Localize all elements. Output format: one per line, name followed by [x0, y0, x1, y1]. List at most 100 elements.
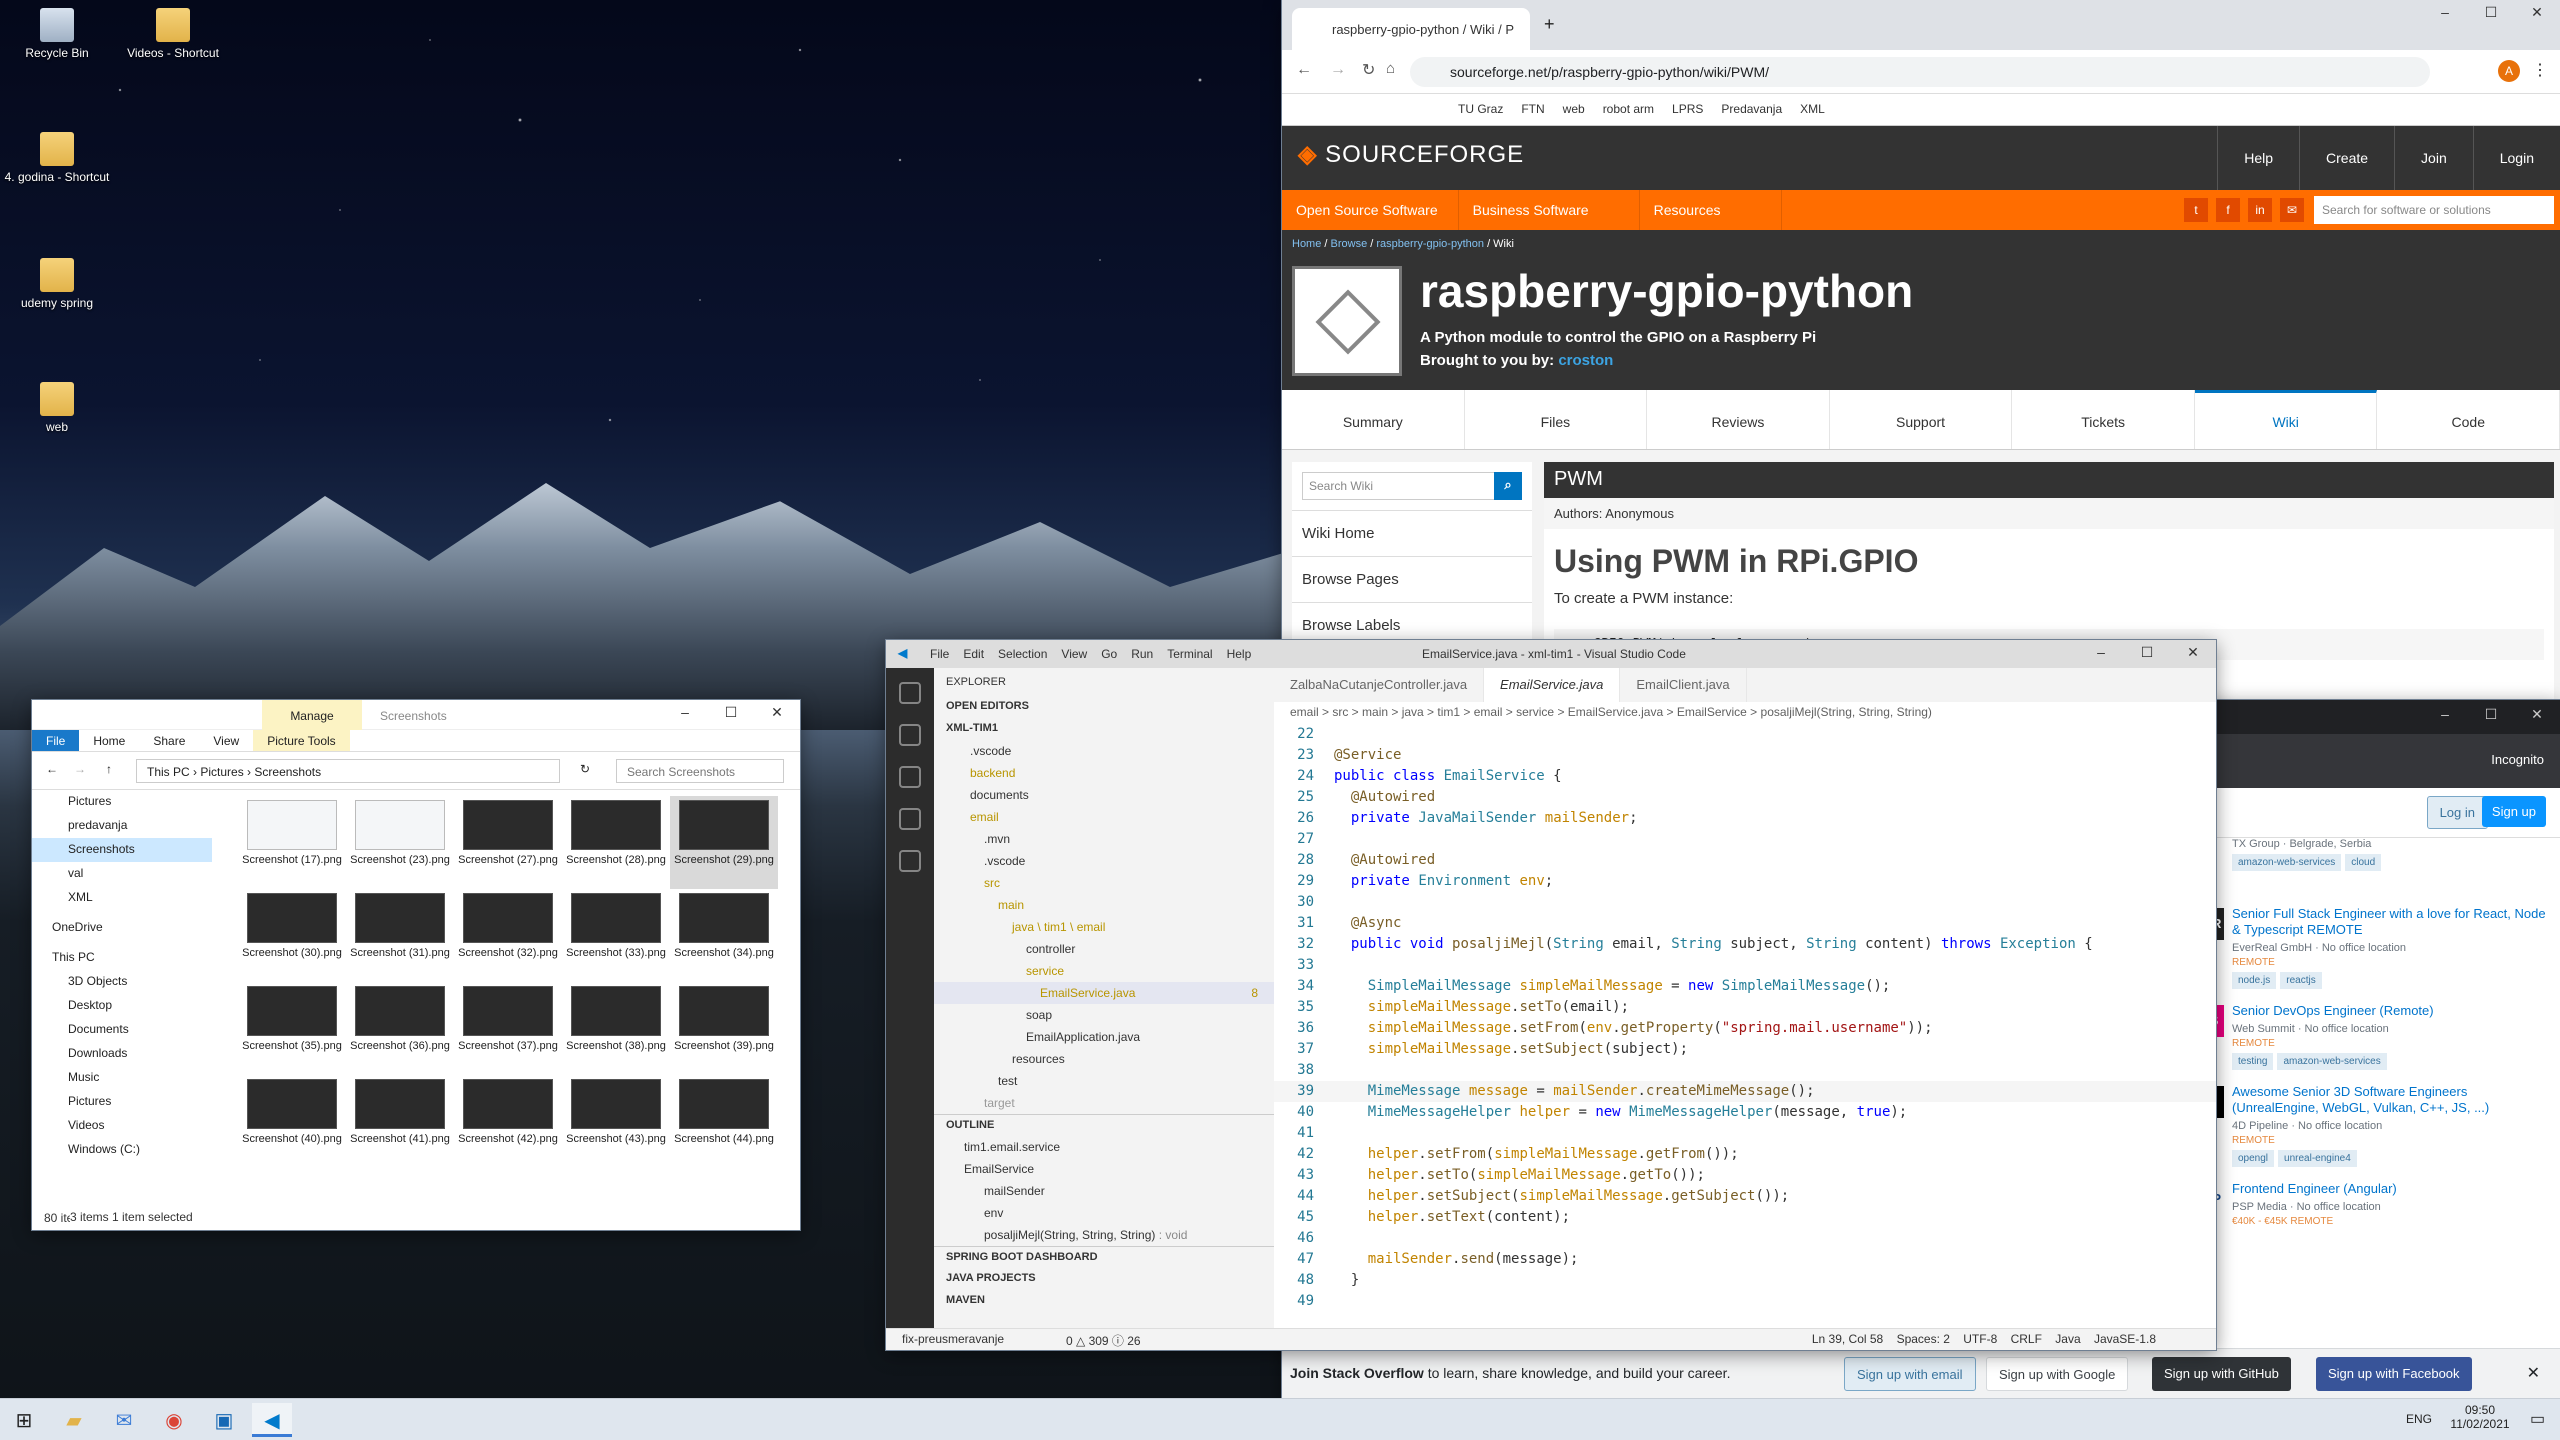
mail-icon[interactable]: ✉ — [2280, 198, 2304, 222]
spring-boot-section[interactable]: SPRING BOOT DASHBOARD — [934, 1246, 1274, 1268]
nav-item[interactable]: Pictures — [32, 1090, 212, 1114]
minimize-icon[interactable]: – — [2422, 706, 2468, 722]
ribbon-file[interactable]: File — [32, 730, 80, 751]
nav-item[interactable]: Pictures — [32, 790, 212, 814]
menu-edit[interactable]: Edit — [963, 647, 984, 661]
menu-file[interactable]: File — [930, 647, 949, 661]
file-item[interactable]: Screenshot (27).png — [454, 796, 562, 889]
nav-item[interactable]: Windows (C:) — [32, 1138, 212, 1162]
tree-item[interactable]: target — [934, 1092, 1274, 1114]
twitter-icon[interactable]: t — [2184, 198, 2208, 222]
file-item[interactable]: Screenshot (28).png — [562, 796, 670, 889]
search-icon[interactable]: ⌕ — [1494, 472, 1522, 500]
editor-breadcrumb[interactable]: email > src > main > java > tim1 > email… — [1274, 702, 2216, 724]
chrome-taskbar-icon[interactable]: ◉ — [154, 1403, 194, 1437]
project-section[interactable]: XML-TIM1 — [934, 718, 1274, 740]
tab-reviews[interactable]: Reviews — [1647, 390, 1830, 449]
nav-item[interactable]: Videos — [32, 1114, 212, 1138]
nav-item[interactable]: OneDrive — [32, 916, 212, 940]
tree-item[interactable]: .mvn — [934, 828, 1274, 850]
menu-selection[interactable]: Selection — [998, 647, 1047, 661]
menu-terminal[interactable]: Terminal — [1167, 647, 1212, 661]
maximize-icon[interactable]: ☐ — [2468, 4, 2514, 21]
author-link[interactable]: croston — [1558, 352, 1613, 369]
files-icon[interactable] — [899, 682, 921, 704]
tree-item[interactable]: .vscode — [934, 850, 1274, 872]
run-debug-icon[interactable] — [899, 808, 921, 830]
tab-files[interactable]: Files — [1465, 390, 1648, 449]
job-card[interactable]: WSSenior DevOps Engineer (Remote)Web Sum… — [2182, 995, 2560, 1076]
job-card[interactable]: EVRSenior Full Stack Engineer with a lov… — [2182, 898, 2560, 995]
extensions-icon[interactable] — [899, 850, 921, 872]
job-card[interactable]: TX Group · Belgrade, Serbia amazon-web-se… — [2182, 838, 2560, 898]
nav-resources[interactable]: Resources — [1640, 190, 1782, 230]
bookmark[interactable]: XML — [1800, 102, 1825, 116]
tab-tickets[interactable]: Tickets — [2012, 390, 2195, 449]
url-input[interactable]: sourceforge.net/p/raspberry-gpio-python/… — [1410, 57, 2430, 87]
nav-business-software[interactable]: Business Software — [1459, 190, 1640, 230]
search-icon[interactable] — [899, 724, 921, 746]
source-control-icon[interactable] — [899, 766, 921, 788]
wiki-home-link[interactable]: Wiki Home — [1292, 510, 1532, 556]
sf-create-link[interactable]: Create — [2299, 126, 2394, 190]
job-card[interactable]: PSPFrontend Engineer (Angular)PSP Media … — [2182, 1173, 2560, 1253]
desktop-icon-udemy[interactable]: udemy spring — [2, 258, 112, 310]
nav-item[interactable]: XML — [32, 886, 212, 910]
tree-item[interactable]: .vscode — [934, 740, 1274, 762]
menu-go[interactable]: Go — [1101, 647, 1117, 661]
bookmark[interactable]: TU Graz — [1458, 102, 1503, 116]
outline-item[interactable]: env — [934, 1202, 1274, 1224]
close-icon[interactable]: ✕ — [754, 704, 800, 721]
close-icon[interactable]: ✕ — [2514, 706, 2560, 723]
tree-item[interactable]: java \ tim1 \ email — [934, 916, 1274, 938]
sf-join-link[interactable]: Join — [2394, 126, 2473, 190]
ribbon-view[interactable]: View — [199, 730, 253, 751]
minimize-icon[interactable]: – — [2422, 4, 2468, 20]
maximize-icon[interactable]: ☐ — [2124, 644, 2170, 661]
forward-icon[interactable]: → — [74, 762, 86, 776]
minimize-icon[interactable]: – — [2078, 644, 2124, 660]
vscode-taskbar-icon[interactable]: ◀ — [252, 1403, 292, 1437]
tab-wiki[interactable]: Wiki — [2194, 390, 2378, 449]
outline-item[interactable]: mailSender — [934, 1180, 1274, 1202]
nav-item[interactable]: val — [32, 862, 212, 886]
sf-help-link[interactable]: Help — [2217, 126, 2299, 190]
outline-item[interactable]: posaljiMejl(String, String, String) : vo… — [934, 1224, 1274, 1246]
nav-item[interactable]: Desktop — [32, 994, 212, 1018]
menu-run[interactable]: Run — [1131, 647, 1153, 661]
new-tab-icon[interactable]: + — [1544, 14, 1555, 35]
file-item[interactable]: Screenshot (37).png — [454, 982, 562, 1075]
close-icon[interactable]: ✕ — [2514, 4, 2560, 21]
file-item[interactable]: Screenshot (40).png — [238, 1075, 346, 1168]
forward-icon[interactable]: → — [1330, 61, 1346, 79]
tree-item[interactable]: src — [934, 872, 1274, 894]
signup-github-button[interactable]: Sign up with GitHub — [2152, 1357, 2291, 1391]
file-item[interactable]: Screenshot (36).png — [346, 982, 454, 1075]
signup-facebook-button[interactable]: Sign up with Facebook — [2316, 1357, 2472, 1391]
file-item[interactable]: Screenshot (29).png — [670, 796, 778, 889]
facebook-icon[interactable]: f — [2216, 198, 2240, 222]
code-area[interactable]: 22 23 @Service 24 public class EmailServic… — [1274, 724, 2216, 1328]
ribbon-home[interactable]: Home — [79, 730, 139, 751]
tree-item[interactable]: main — [934, 894, 1274, 916]
clock[interactable]: 09:50 11/02/2021 — [2440, 1403, 2520, 1431]
file-item[interactable]: Screenshot (34).png — [670, 889, 778, 982]
file-item[interactable]: Screenshot (31).png — [346, 889, 454, 982]
tab-summary[interactable]: Summary — [1282, 390, 1465, 449]
outlook-taskbar-icon[interactable]: ✉ — [104, 1403, 144, 1437]
tree-item[interactable]: email — [934, 806, 1274, 828]
menu-view[interactable]: View — [1061, 647, 1087, 661]
open-editors-section[interactable]: OPEN EDITORS — [934, 696, 1274, 718]
file-item[interactable]: Screenshot (41).png — [346, 1075, 454, 1168]
tree-item-selected[interactable]: EmailService.java 8 — [934, 982, 1274, 1004]
bookmark[interactable]: Predavanja — [1721, 102, 1782, 116]
bookmark[interactable]: robot arm — [1603, 102, 1654, 116]
nav-item[interactable]: 3D Objects — [32, 970, 212, 994]
tree-item[interactable]: resources — [934, 1048, 1274, 1070]
tree-item[interactable]: backend — [934, 762, 1274, 784]
status-right[interactable]: Ln 39, Col 58 Spaces: 2 UTF-8 CRLF Java … — [1812, 1332, 2156, 1346]
refresh-icon[interactable]: ↻ — [580, 762, 590, 776]
file-item[interactable]: Screenshot (35).png — [238, 982, 346, 1075]
sf-search-input[interactable]: Search for software or solutions — [2314, 196, 2554, 224]
sf-login-link[interactable]: Login — [2472, 126, 2560, 190]
